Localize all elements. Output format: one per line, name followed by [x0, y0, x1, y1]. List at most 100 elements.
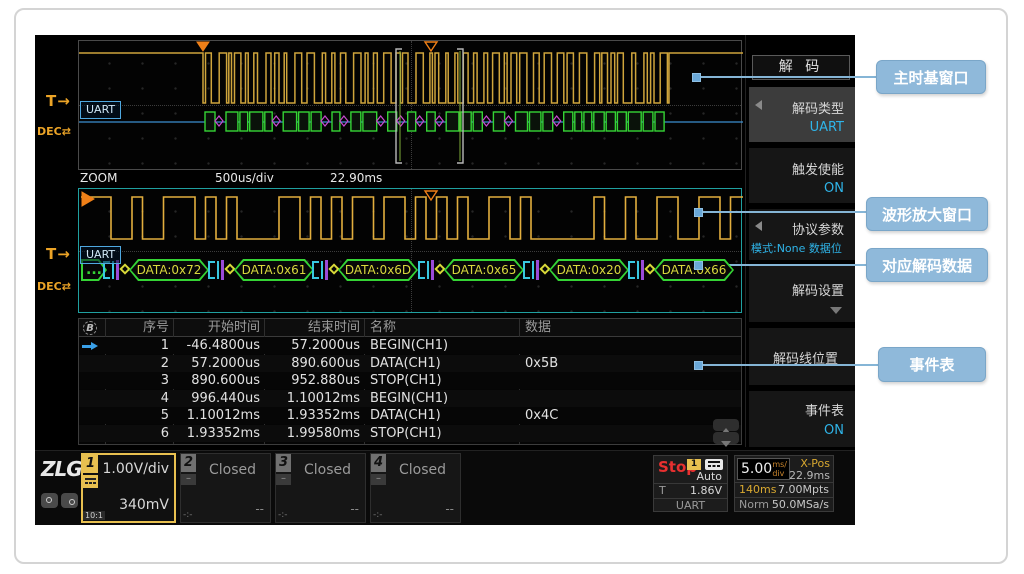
- touch-icon: [41, 493, 58, 508]
- event-table-row[interactable]: 61.93352ms1.99580msSTOP(CH1): [79, 425, 741, 442]
- callout-anchor-decode-data: [694, 261, 703, 270]
- acquisition-row: Norm 50.0MSa/s: [735, 497, 833, 512]
- cell-c1: 1: [105, 337, 173, 354]
- event-table-row[interactable]: 3890.600us952.880usSTOP(CH1): [79, 372, 741, 389]
- menu-item-decode-type[interactable]: 解码类型 UART: [749, 87, 855, 142]
- menu-item-decode-line-position[interactable]: 解码线位置: [749, 328, 855, 385]
- decoded-data-row: ...DATA:0x72DATA:0x61DATA:0x6DDATA:0x65D…: [79, 259, 741, 281]
- event-table-row[interactable]: 1-46.4800us57.2000usBEGIN(CH1): [79, 337, 741, 354]
- col-end-time: 结束时间: [264, 319, 364, 337]
- zoom-scale: 500us/div: [215, 171, 274, 185]
- bus-icon-cell: B: [79, 319, 105, 337]
- col-start-time: 开始时间: [173, 319, 264, 337]
- cell-c2: 1.10012ms: [173, 407, 264, 424]
- trigger-level-row: T 1.86V: [654, 483, 727, 498]
- dropdown-arrow-icon: [830, 307, 842, 314]
- cell-c0: [79, 390, 105, 407]
- ch3-state: Closed: [304, 462, 351, 478]
- channel-3-box[interactable]: 3 – Closed -:- --: [275, 453, 366, 523]
- main-timebase-window[interactable]: [78, 40, 742, 170]
- cell-c5: [519, 425, 743, 442]
- event-table-row[interactable]: 51.10012ms1.93352msDATA(CH1)0x4C: [79, 407, 741, 424]
- menu-item-value: ON: [824, 423, 844, 438]
- record-row: 140ms 7.00Mpts: [735, 482, 833, 497]
- trigger-status-box[interactable]: Stop 1 Auto T 1.86V UART: [653, 455, 728, 512]
- cell-c1: 2: [105, 355, 173, 372]
- cell-c5: [519, 337, 743, 354]
- cell-c2: 890.600us: [173, 372, 264, 389]
- protocol-params-summary: 模式:None 数据位: [751, 240, 855, 256]
- decode-data-block: DATA:0x72: [129, 259, 209, 281]
- cell-c3: 1.93352ms: [264, 407, 364, 424]
- channel-2-box[interactable]: 2 – Closed -:- --: [180, 453, 271, 523]
- decode-data-block: DATA:0x65: [444, 259, 524, 281]
- callout-event-table: 事件表: [878, 347, 986, 382]
- callout-anchor-event-table: [694, 361, 703, 370]
- event-table[interactable]: B 序号 开始时间 结束时间 名称 数据 1-46.4800us57.2000u…: [78, 318, 742, 445]
- zoom-uart-bus-tag[interactable]: UART: [80, 246, 121, 264]
- menu-item-label: 事件表: [805, 400, 844, 419]
- channel-1-box[interactable]: 1 10:1 1.00V/div 340mV: [81, 453, 176, 523]
- cell-c3: 1.99580ms: [264, 425, 364, 442]
- cell-c5: [519, 372, 743, 389]
- figure-page: T→ DEC⇄ UART ZOOM 500us/div 22.90ms T→ D…: [0, 0, 1024, 574]
- dec-label: DEC: [37, 125, 62, 138]
- cell-c2: 996.440us: [173, 390, 264, 407]
- event-table-row[interactable]: 4996.440us1.10012msBEGIN(CH1): [79, 390, 741, 407]
- callout-line: [701, 76, 876, 78]
- cell-c1: 5: [105, 407, 173, 424]
- ch1-offset: 340mV: [119, 497, 169, 513]
- scroll-down-button[interactable]: [713, 432, 739, 444]
- decode-menu-sidebar: 解 码 解码类型 UART 触发使能 ON 协议参数 模式:None 数据位 解…: [745, 35, 855, 447]
- menu-item-label: 解码设置: [792, 280, 844, 299]
- cell-c2: 57.2000us: [173, 355, 264, 372]
- dec-arrows-icon: ⇄: [62, 125, 71, 138]
- menu-item-value: UART: [810, 120, 844, 135]
- callout-anchor-main-window: [692, 73, 701, 82]
- channel-4-box[interactable]: 4 – Closed -:- --: [370, 453, 461, 523]
- chevron-down-icon: [721, 441, 731, 447]
- memory-depth: 7.00Mpts: [778, 483, 829, 496]
- menu-item-event-table[interactable]: 事件表 ON: [749, 391, 855, 447]
- ch3-probe: -:-: [278, 510, 288, 520]
- timebase-scale: 5.00: [741, 461, 772, 477]
- ch2-state: Closed: [209, 462, 256, 478]
- dc-coupling-icon: [83, 475, 98, 488]
- ch1-volts-div: 1.00V/div: [102, 461, 169, 477]
- main-uart-bus-tag[interactable]: UART: [80, 101, 121, 119]
- cell-c3: 57.2000us: [264, 337, 364, 354]
- dec-arrows-icon: ⇄: [62, 280, 71, 293]
- event-table-row[interactable]: 257.2000us890.600usDATA(CH1)0x5B: [79, 355, 741, 372]
- dec-label: DEC: [37, 280, 62, 293]
- scroll-up-button[interactable]: [713, 419, 739, 431]
- cell-c2: 1.93352ms: [173, 425, 264, 442]
- cell-c1: 6: [105, 425, 173, 442]
- trigger-coupling-icon: [705, 459, 723, 470]
- ch4-value: --: [445, 502, 454, 516]
- timebase-status-box[interactable]: 5.00 ms/div X-Pos 22.9ms 140ms 7.00Mpts …: [734, 455, 834, 512]
- waveform-zoom-window[interactable]: ...DATA:0x72DATA:0x61DATA:0x6DDATA:0x65D…: [78, 188, 742, 313]
- menu-item-protocol-params[interactable]: 协议参数 模式:None 数据位: [749, 209, 855, 260]
- cell-c4: BEGIN(CH1): [364, 337, 519, 354]
- menu-item-trigger-enable[interactable]: 触发使能 ON: [749, 148, 855, 203]
- zoom-decode-label: DEC⇄: [37, 280, 71, 293]
- menu-item-value: ON: [824, 181, 844, 196]
- bus-b-icon[interactable]: B: [83, 321, 97, 335]
- cell-c0: [79, 372, 105, 389]
- callout-decoded-data: 对应解码数据: [866, 248, 988, 282]
- touch-dot-icon: [46, 497, 52, 503]
- ch4-state: Closed: [399, 462, 446, 478]
- callout-waveform-zoom-window: 波形放大窗口: [866, 197, 988, 231]
- callout-line: [703, 364, 878, 366]
- ch2-coupling: –: [181, 474, 196, 485]
- menu-item-decode-settings[interactable]: 解码设置: [749, 266, 855, 322]
- status-bar: ZLG® 1 10:1 1.00V/div 340mV 2 – Closed -…: [35, 450, 855, 525]
- decode-data-block: DATA:0x6D: [338, 259, 418, 281]
- logo-text: ZLG: [41, 457, 82, 481]
- cell-c3: 952.880us: [264, 372, 364, 389]
- oscilloscope-screen: T→ DEC⇄ UART ZOOM 500us/div 22.90ms T→ D…: [35, 35, 855, 525]
- trigger-sweep-mode: Auto: [696, 470, 722, 483]
- zoom-trigger-level-label: T→: [46, 245, 71, 263]
- channel-2-badge: 2: [181, 454, 196, 472]
- pad-dot-icon: [69, 499, 75, 505]
